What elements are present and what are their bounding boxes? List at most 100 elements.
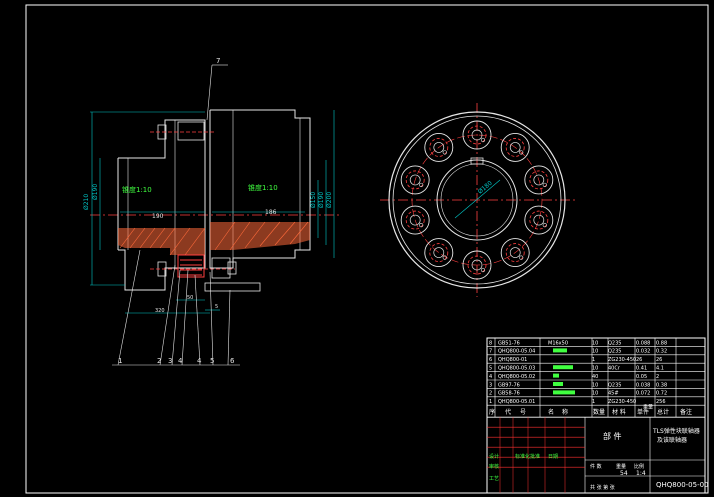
bom-cell: 10 — [592, 349, 598, 355]
title-sheets: 共 张 第 张 — [590, 484, 615, 491]
bom-cell: 0.41 — [636, 366, 647, 372]
bom-cell: 26 — [636, 357, 642, 363]
balloon-6: 6 — [230, 357, 235, 365]
bom-cell: 26 — [656, 357, 662, 363]
bom-cell: 40 — [592, 374, 598, 380]
bom-cell: 45# — [608, 391, 619, 397]
dim-v-right2: Ø190 — [318, 192, 325, 208]
bom-cell: GB97-76 — [498, 382, 520, 388]
bom-cell: Q235 — [608, 382, 621, 388]
dim-v-right1: Ø150 — [310, 192, 317, 208]
bom-cell: 0.032 — [636, 349, 650, 355]
bom-header-cell: 号 — [520, 409, 526, 416]
bom-cell: 8 — [489, 340, 492, 346]
bom-cell: 0.88 — [656, 340, 667, 346]
title-check: 审核 — [489, 463, 499, 470]
bom-cell: 10 — [592, 391, 598, 397]
bom-cell: GB51-76 — [498, 340, 520, 346]
pin-hole — [524, 205, 554, 235]
bom-cell: QHQ800-05.02 — [498, 374, 535, 380]
bom-cell: 4.1 — [656, 366, 664, 372]
bom-cell: 10 — [592, 366, 598, 372]
bom-bar — [553, 365, 573, 370]
bom-header-cell: 序 — [489, 408, 495, 416]
title-part: 部 件 — [603, 431, 622, 441]
title-code: QHQ800-05-00 — [656, 481, 709, 489]
bom-cell: M16x50 — [548, 340, 568, 346]
title-weight-label: 重量 — [616, 463, 626, 470]
title-scale-value: 1:4 — [636, 470, 646, 477]
title-name-2: 及该联轴器 — [657, 436, 687, 444]
bom-cell: Q235 — [608, 349, 621, 355]
bom-cell: 0.088 — [636, 340, 650, 346]
dim-v-right3: Ø200 — [326, 192, 333, 208]
bom-cell: 7 — [489, 349, 492, 355]
dim-bottom-b: 50 — [187, 295, 193, 301]
balloon-4b: 4 — [197, 357, 202, 365]
bom-bar — [553, 373, 559, 378]
title-process: 工艺 — [489, 476, 499, 482]
dim-v-left: Ø210 — [83, 194, 90, 210]
balloon-5: 5 — [210, 357, 214, 365]
balloon-1: 1 — [118, 357, 122, 365]
bom-cell: 0.038 — [636, 382, 650, 388]
bom-header-weight: 重量 — [643, 404, 653, 411]
front-view: Ø180 — [380, 103, 575, 297]
bom-cell: Q235 — [608, 340, 621, 346]
bom-bar — [553, 390, 575, 395]
title-design: 设计 — [489, 453, 499, 460]
bom-cell: 1 — [592, 399, 595, 405]
balloon-3: 3 — [168, 357, 172, 365]
left-hub-section — [118, 228, 205, 255]
bom-cell: QHQ800-05.04 — [498, 349, 535, 355]
balloon-4a: 4 — [178, 357, 183, 365]
title-name-1: TLS弹性块联轴器 — [652, 427, 700, 435]
title-scale-label: 比例 — [634, 463, 644, 470]
bom-bar — [553, 382, 563, 386]
bom-cell: 0.32 — [656, 349, 667, 355]
dim-v-left2: Ø190 — [92, 184, 99, 200]
bom-header-cell: 称 — [562, 408, 568, 416]
bom-bar — [553, 348, 567, 353]
bom-cell: 2 — [489, 391, 492, 397]
title-date: 日期 — [548, 454, 558, 460]
title-sheet-qty: 件 数 — [590, 463, 602, 470]
bom-cell: 0.05 — [636, 374, 647, 380]
bom-header-cell: 数量 — [593, 408, 605, 416]
bom-cell: 2 — [656, 374, 659, 380]
bom-cell: 256 — [656, 399, 666, 405]
title-weight-value: 54 — [620, 470, 628, 477]
bom-cell: QHQ800-05.03 — [498, 366, 535, 372]
balloon-7: 7 — [216, 57, 220, 65]
cad-drawing-canvas: Ø210 Ø190 190 186 Ø150 Ø190 Ø200 锥度1:10 … — [25, 4, 709, 494]
bom-header-cell: 代 — [505, 408, 511, 416]
bom-cell: 10 — [592, 382, 598, 388]
bom-cell: 4 — [489, 374, 492, 380]
bom-cell: 40Cr — [608, 366, 621, 372]
balloon-2: 2 — [157, 357, 161, 365]
bom-header-cell: 材 料 — [612, 408, 626, 416]
bom-cell: 3 — [489, 382, 492, 388]
bom-cell: 10 — [592, 340, 598, 346]
bom-cell: ZG230-450 — [608, 399, 636, 405]
bom-cell: 1 — [489, 399, 492, 405]
taper-right-label: 锥度1:10 — [248, 183, 278, 192]
dim-bottom-c: 5 — [215, 304, 218, 310]
bom-cell: 0.38 — [656, 382, 667, 388]
side-view: Ø210 Ø190 190 186 Ø150 Ø190 Ø200 锥度1:10 … — [83, 57, 340, 366]
bom-cell: ZG230-450 — [608, 357, 636, 363]
bom-cell: 1 — [592, 357, 595, 363]
dimensions — [90, 110, 335, 314]
bom-cell: QHQ800-05.01 — [498, 399, 535, 405]
bom-header-cell: 名 — [548, 408, 554, 416]
dim-right-len: 186 — [265, 209, 277, 216]
pin-hole — [424, 238, 454, 268]
bom-cell: QHQ800-01 — [498, 357, 527, 363]
title-approve: 批准 — [530, 453, 540, 460]
bom-cell: 0.072 — [636, 391, 650, 397]
bom-cell: 5 — [489, 366, 492, 372]
bom-cell: GB58-76 — [498, 391, 520, 397]
bom-table: 8 GB51-76 M16x50 10 Q235 0.088 0.88 7 QHQ800-05.… — [486, 337, 709, 494]
bom-header-cell: 总计 — [657, 408, 669, 416]
title-standard: 标准化 — [515, 453, 530, 460]
